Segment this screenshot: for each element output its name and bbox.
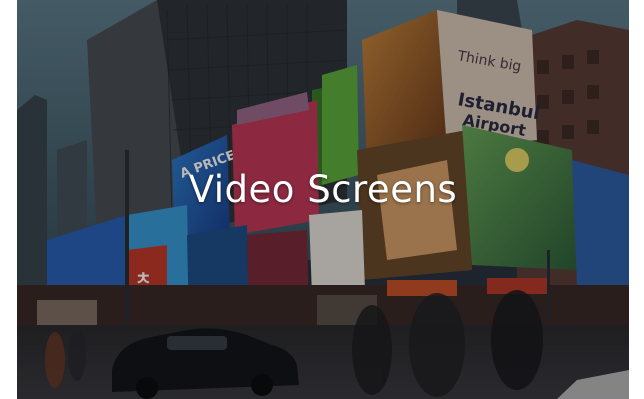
card-caption: Video Screens (188, 168, 458, 211)
hero-image-card[interactable]: Think big Istanbul Airport A PRICE IS ㅊ (17, 0, 629, 399)
